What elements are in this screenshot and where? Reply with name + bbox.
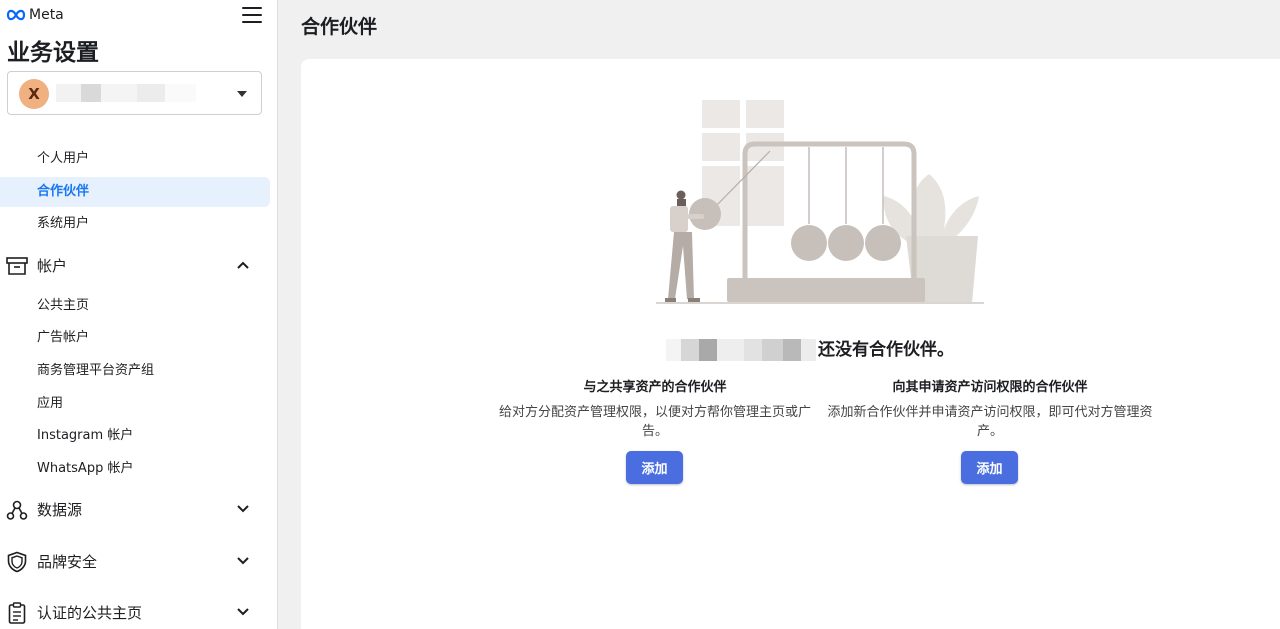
menu-icon[interactable] — [242, 7, 262, 23]
chevron-down-icon — [237, 608, 249, 616]
caret-down-icon — [237, 91, 247, 97]
section-verified-pages-label: 认证的公共主页 — [37, 604, 143, 622]
meta-logo-text: Meta — [29, 7, 64, 23]
shared-assets-partner-column: 与之共享资产的合作伙伴 给对方分配资产管理权限，以便对方帮你管理主页或广告。 — [490, 376, 820, 441]
sidebar-item-pages[interactable]: 公共主页 — [0, 291, 270, 321]
business-name-redacted — [666, 339, 816, 361]
section-accounts-label: 帐户 — [37, 257, 68, 275]
empty-state-message: 还没有合作伙伴。 — [666, 327, 954, 367]
business-name-redacted — [56, 84, 196, 102]
sidebar-item-instagram-accounts[interactable]: Instagram 帐户 — [0, 421, 270, 451]
business-avatar: X — [19, 79, 49, 109]
add-shared-partner-button[interactable]: 添加 — [626, 451, 683, 484]
sidebar-item-apps[interactable]: 应用 — [0, 389, 270, 419]
sidebar-item-ad-accounts[interactable]: 广告帐户 — [0, 323, 270, 353]
newtons-cradle-illustration — [656, 100, 984, 304]
app-title: 业务设置 — [7, 40, 99, 66]
page-title: 合作伙伴 — [301, 16, 378, 38]
sidebar-item-partners[interactable]: 合作伙伴 — [0, 177, 270, 207]
sidebar-item-asset-groups[interactable]: 商务管理平台资产组 — [0, 356, 270, 386]
request-access-partner-column: 向其申请资产访问权限的合作伙伴 添加新合作伙伴并申请资产访问权限，即可代对方管理… — [825, 376, 1155, 441]
meta-infinity-icon — [6, 9, 26, 21]
request-access-description: 添加新合作伙伴并申请资产访问权限，即可代对方管理资产。 — [827, 405, 1153, 439]
archive-box-icon — [6, 257, 28, 275]
request-access-heading: 向其申请资产访问权限的合作伙伴 — [892, 380, 1088, 395]
data-sources-icon — [6, 500, 28, 520]
section-verified-pages[interactable]: 认证的公共主页 — [0, 597, 270, 629]
shield-icon — [7, 551, 27, 573]
sidebar-item-system-users[interactable]: 系统用户 — [0, 209, 270, 239]
sidebar: Meta 业务设置 X 个人用户 合作伙伴 系统用户 帐户 公共主页 广告帐户 … — [0, 0, 278, 629]
section-data-sources[interactable]: 数据源 — [0, 494, 270, 526]
shared-assets-description: 给对方分配资产管理权限，以便对方帮你管理主页或广告。 — [498, 405, 811, 439]
empty-state-text: 还没有合作伙伴。 — [818, 339, 954, 360]
meta-logo[interactable]: Meta — [6, 7, 64, 23]
partners-empty-state-card: 还没有合作伙伴。 与之共享资产的合作伙伴 给对方分配资产管理权限，以便对方帮你管… — [301, 59, 1280, 629]
add-request-partner-button[interactable]: 添加 — [961, 451, 1018, 484]
chevron-down-icon — [237, 557, 249, 565]
section-data-sources-label: 数据源 — [37, 501, 83, 519]
sidebar-item-people[interactable]: 个人用户 — [0, 144, 270, 174]
clipboard-icon — [8, 602, 26, 624]
chevron-down-icon — [237, 505, 249, 513]
chevron-up-icon — [237, 261, 249, 269]
shared-assets-heading: 与之共享资产的合作伙伴 — [583, 380, 727, 395]
business-selector[interactable]: X — [7, 71, 262, 115]
section-accounts[interactable]: 帐户 — [0, 250, 270, 282]
section-brand-safety[interactable]: 品牌安全 — [0, 546, 270, 578]
sidebar-item-whatsapp-accounts[interactable]: WhatsApp 帐户 — [0, 454, 270, 484]
section-brand-safety-label: 品牌安全 — [37, 553, 98, 571]
